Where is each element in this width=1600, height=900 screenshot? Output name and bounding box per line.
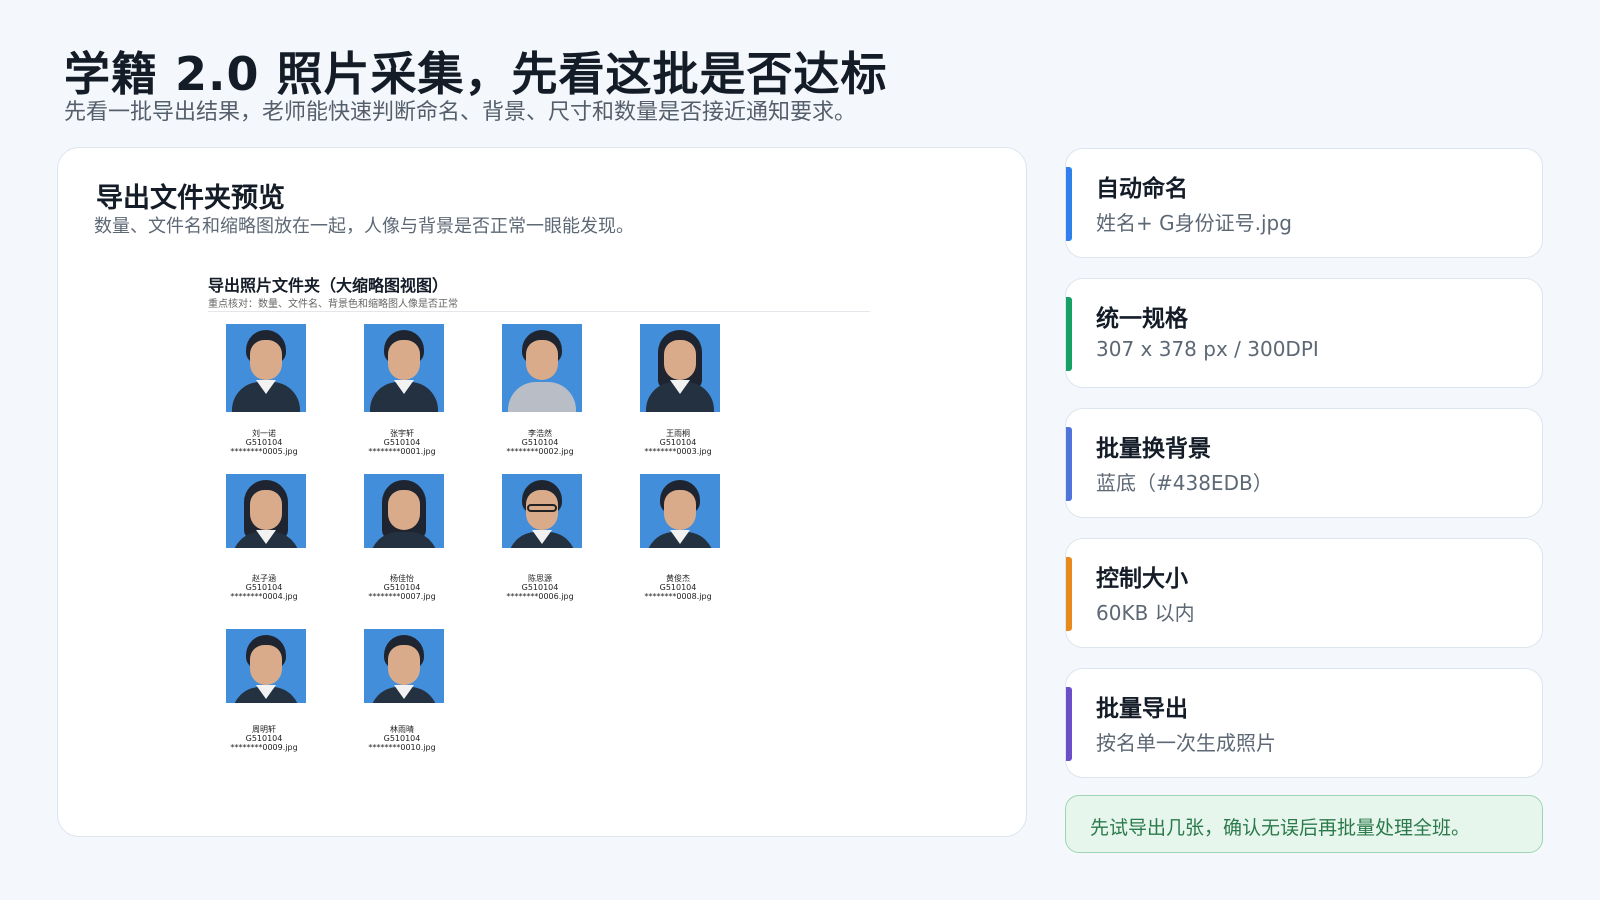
photo-student-name: 张宇轩 bbox=[390, 429, 414, 438]
photo-file-name: ********0009.jpg bbox=[230, 743, 298, 752]
folder-divider bbox=[208, 311, 870, 312]
photo-student-code: G510104 bbox=[245, 583, 283, 592]
photo-student-code: G510104 bbox=[383, 438, 421, 447]
photo-image bbox=[364, 474, 444, 548]
photo-student-name: 陈思源 bbox=[528, 574, 552, 583]
spec-card-background: 批量换背景 蓝底（#438EDB） bbox=[1065, 408, 1543, 518]
spec-title: 批量导出 bbox=[1096, 696, 1188, 722]
tip-note: 先试导出几张，确认无误后再批量处理全班。 bbox=[1065, 795, 1543, 853]
photo-image bbox=[364, 324, 444, 412]
photo-file-name: ********0001.jpg bbox=[368, 447, 436, 456]
photo-thumbnail[interactable]: 刘一诺 G510104 ********0005.jpg bbox=[218, 324, 310, 464]
spec-accent-bar bbox=[1066, 557, 1072, 631]
spec-card-auto-naming: 自动命名 姓名+ G身份证号.jpg bbox=[1065, 148, 1543, 258]
photo-image bbox=[226, 324, 306, 412]
folder-title: 导出照片文件夹（大缩略图视图） bbox=[208, 276, 449, 295]
photo-student-code: G510104 bbox=[659, 438, 697, 447]
photo-thumbnail[interactable]: 赵子涵 G510104 ********0004.jpg bbox=[218, 474, 310, 614]
spec-value: 307 x 378 px / 300DPI bbox=[1096, 337, 1319, 361]
photo-file-name: ********0007.jpg bbox=[368, 592, 436, 601]
photo-student-name: 黄俊杰 bbox=[666, 574, 690, 583]
spec-accent-bar bbox=[1066, 167, 1072, 241]
spec-value: 60KB 以内 bbox=[1096, 601, 1195, 625]
photo-thumbnail[interactable]: 张宇轩 G510104 ********0001.jpg bbox=[356, 324, 448, 464]
photo-thumbnail[interactable]: 黄俊杰 G510104 ********0008.jpg bbox=[632, 474, 724, 614]
photo-file-name: ********0004.jpg bbox=[230, 592, 298, 601]
page-subtitle: 先看一批导出结果，老师能快速判断命名、背景、尺寸和数量是否接近通知要求。 bbox=[64, 100, 857, 125]
photo-file-name: ********0005.jpg bbox=[230, 447, 298, 456]
spec-title: 控制大小 bbox=[1096, 566, 1188, 592]
photo-thumbnail[interactable]: 杨佳怡 G510104 ********0007.jpg bbox=[356, 474, 448, 614]
spec-value: 蓝底（#438EDB） bbox=[1096, 471, 1273, 495]
photo-student-code: G510104 bbox=[521, 583, 559, 592]
photo-image bbox=[364, 629, 444, 703]
preview-subtitle: 数量、文件名和缩略图放在一起，人像与背景是否正常一眼能发现。 bbox=[94, 216, 634, 237]
photo-file-name: ********0008.jpg bbox=[644, 592, 712, 601]
photo-student-code: G510104 bbox=[521, 438, 559, 447]
spec-value: 姓名+ G身份证号.jpg bbox=[1096, 211, 1292, 235]
photo-image bbox=[640, 324, 720, 412]
spec-title: 统一规格 bbox=[1096, 306, 1188, 332]
photo-thumbnail[interactable]: 李浩然 G510104 ********0002.jpg bbox=[494, 324, 586, 464]
photo-image bbox=[226, 629, 306, 703]
spec-accent-bar bbox=[1066, 297, 1072, 371]
photo-file-name: ********0006.jpg bbox=[506, 592, 574, 601]
photo-image bbox=[226, 474, 306, 548]
spec-card-batch-export: 批量导出 按名单一次生成照片 bbox=[1065, 668, 1543, 778]
photo-file-name: ********0002.jpg bbox=[506, 447, 574, 456]
photo-thumbnail[interactable]: 王雨桐 G510104 ********0003.jpg bbox=[632, 324, 724, 464]
preview-card: 导出文件夹预览 数量、文件名和缩略图放在一起，人像与背景是否正常一眼能发现。 导… bbox=[57, 147, 1027, 837]
spec-title: 批量换背景 bbox=[1096, 436, 1211, 462]
photo-student-name: 周明轩 bbox=[252, 725, 276, 734]
preview-title: 导出文件夹预览 bbox=[96, 183, 285, 214]
photo-thumbnail[interactable]: 陈思源 G510104 ********0006.jpg bbox=[494, 474, 586, 614]
photo-image bbox=[640, 474, 720, 548]
spec-accent-bar bbox=[1066, 427, 1072, 501]
photo-image bbox=[502, 474, 582, 548]
photo-student-name: 赵子涵 bbox=[252, 574, 276, 583]
photo-student-name: 王雨桐 bbox=[666, 429, 690, 438]
folder-thumbnail-view: 导出照片文件夹（大缩略图视图） 重点核对：数量、文件名、背景色和缩略图人像是否正… bbox=[208, 272, 870, 782]
photo-image bbox=[502, 324, 582, 412]
photo-student-code: G510104 bbox=[659, 583, 697, 592]
glasses-icon bbox=[527, 504, 557, 512]
photo-student-name: 刘一诺 bbox=[252, 429, 276, 438]
photo-student-code: G510104 bbox=[383, 583, 421, 592]
spec-card-unified-size: 统一规格 307 x 378 px / 300DPI bbox=[1065, 278, 1543, 388]
photo-student-name: 李浩然 bbox=[528, 429, 552, 438]
photo-student-code: G510104 bbox=[383, 734, 421, 743]
spec-value: 按名单一次生成照片 bbox=[1096, 731, 1276, 755]
photo-thumbnail[interactable]: 林雨晴 G510104 ********0010.jpg bbox=[356, 629, 448, 769]
folder-hint: 重点核对：数量、文件名、背景色和缩略图人像是否正常 bbox=[208, 299, 458, 310]
photo-student-name: 林雨晴 bbox=[390, 725, 414, 734]
photo-student-name: 杨佳怡 bbox=[390, 574, 414, 583]
photo-thumbnail[interactable]: 周明轩 G510104 ********0009.jpg bbox=[218, 629, 310, 769]
tip-note-text: 先试导出几张，确认无误后再批量处理全班。 bbox=[1090, 817, 1471, 839]
spec-accent-bar bbox=[1066, 687, 1072, 761]
photo-file-name: ********0003.jpg bbox=[644, 447, 712, 456]
spec-card-file-size: 控制大小 60KB 以内 bbox=[1065, 538, 1543, 648]
photo-student-code: G510104 bbox=[245, 734, 283, 743]
photo-student-code: G510104 bbox=[245, 438, 283, 447]
photo-file-name: ********0010.jpg bbox=[368, 743, 436, 752]
spec-title: 自动命名 bbox=[1096, 176, 1188, 202]
